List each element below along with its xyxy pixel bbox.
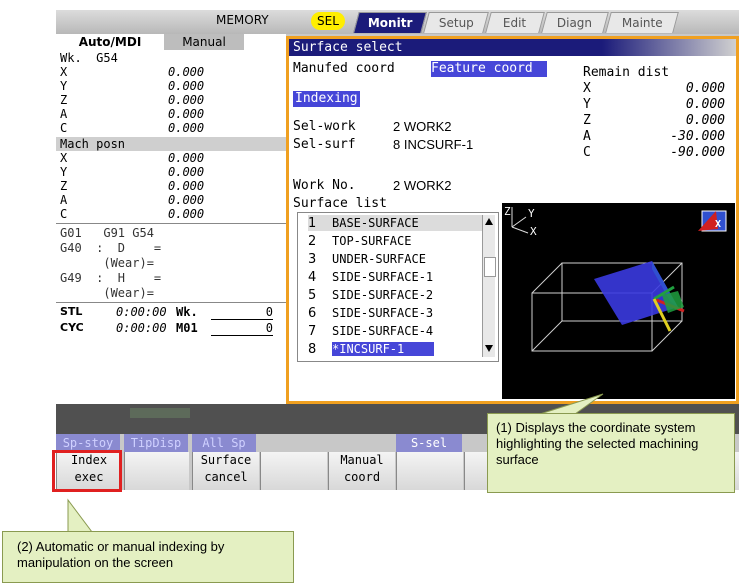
callout-pointers <box>67 393 604 533</box>
callout-text: (2) Automatic or manual indexing by mani… <box>17 539 225 570</box>
callout-coordinate-display: (1) Displays the coordinate system highl… <box>487 413 735 493</box>
callout-text: (1) Displays the coordinate system highl… <box>496 420 699 467</box>
callout-indexing: (2) Automatic or manual indexing by mani… <box>2 531 294 583</box>
